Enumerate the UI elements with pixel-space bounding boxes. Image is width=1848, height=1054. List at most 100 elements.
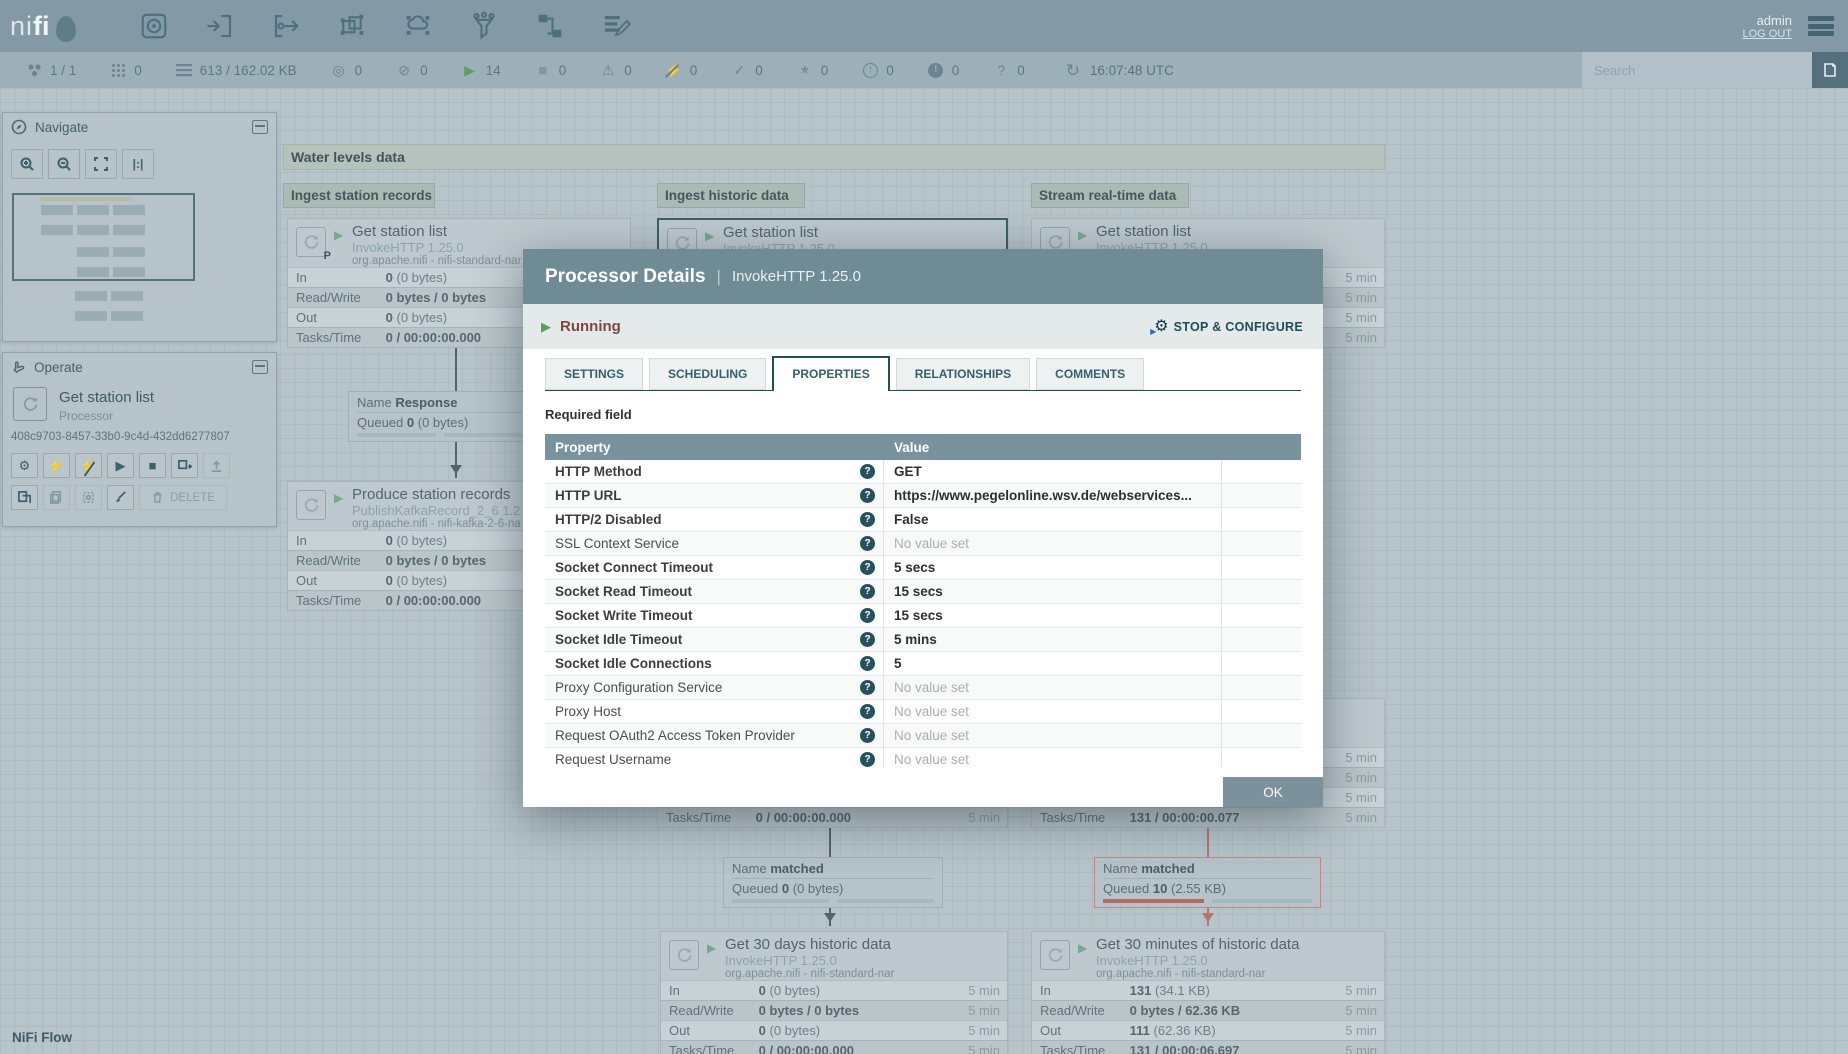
property-name: Proxy Configuration Service (555, 680, 723, 695)
property-row[interactable]: Socket Read Timeout ? 15 secs (545, 580, 1301, 604)
birdseye-minimap[interactable] (12, 193, 195, 281)
upload-template-button[interactable] (203, 453, 230, 478)
flow-label[interactable]: Water levels data (283, 144, 1385, 170)
property-value[interactable]: https://www.pegelonline.wsv.de/webservic… (884, 484, 1222, 507)
property-value[interactable]: 5 mins (884, 628, 1222, 651)
help-icon[interactable]: ? (860, 512, 875, 527)
label-icon[interactable] (600, 10, 632, 42)
property-row[interactable]: Proxy Configuration Service ? No value s… (545, 676, 1301, 700)
property-value[interactable]: No value set (884, 700, 1222, 723)
collapse-icon[interactable] (252, 120, 268, 134)
group-button[interactable] (75, 485, 102, 510)
enable-button[interactable]: ⚡ (43, 453, 70, 478)
paste-button[interactable] (43, 485, 70, 510)
disable-button[interactable]: ⚡ (75, 453, 102, 478)
help-icon[interactable]: ? (860, 632, 875, 647)
help-icon[interactable]: ? (860, 536, 875, 551)
property-row[interactable]: Socket Idle Timeout ? 5 mins (545, 628, 1301, 652)
property-row[interactable]: SSL Context Service ? No value set (545, 532, 1301, 556)
copy-button[interactable] (11, 485, 38, 510)
property-row[interactable]: Proxy Host ? No value set (545, 700, 1301, 724)
processor-node[interactable]: ▶ Get 30 days historic data InvokeHTTP 1… (660, 931, 1008, 1054)
input-port-icon[interactable] (204, 10, 236, 42)
run-status-icon: ▶ (1078, 941, 1088, 955)
property-name: HTTP/2 Disabled (555, 512, 662, 527)
process-group-icon[interactable] (336, 10, 368, 42)
property-row[interactable]: Request Username ? No value set (545, 748, 1301, 767)
property-value[interactable]: False (884, 508, 1222, 531)
stop-button[interactable]: ■ (139, 453, 166, 478)
help-icon[interactable]: ? (860, 464, 875, 479)
search-input[interactable] (1582, 52, 1812, 88)
tab-relationships[interactable]: RELATIONSHIPS (895, 358, 1031, 390)
stop-and-configure-button[interactable]: ⚙ ▶ STOP & CONFIGURE (1150, 318, 1303, 335)
remote-process-group-icon[interactable] (402, 10, 434, 42)
ok-button[interactable]: OK (1223, 777, 1323, 807)
property-value[interactable]: 5 (884, 652, 1222, 675)
global-menu-icon[interactable] (1808, 16, 1834, 36)
help-icon[interactable]: ? (860, 704, 875, 719)
property-value[interactable]: 15 secs (884, 604, 1222, 627)
help-icon[interactable]: ? (860, 680, 875, 695)
help-icon[interactable]: ? (860, 728, 875, 743)
zoom-fit-button[interactable] (85, 149, 117, 179)
property-row[interactable]: Socket Connect Timeout ? 5 secs (545, 556, 1301, 580)
help-icon[interactable]: ? (860, 584, 875, 599)
property-value[interactable]: 15 secs (884, 580, 1222, 603)
help-icon[interactable]: ? (860, 560, 875, 575)
status-item: ↑ 0 (861, 62, 894, 78)
tab-scheduling[interactable]: SCHEDULING (649, 358, 767, 390)
list-icon (175, 63, 193, 77)
bulletin-board-icon[interactable] (1812, 52, 1848, 88)
help-icon[interactable]: ? (860, 488, 875, 503)
connection-label[interactable]: Name Response Queued 0 (0 bytes) (348, 391, 531, 442)
help-icon[interactable]: ? (860, 656, 875, 671)
property-row[interactable]: HTTP/2 Disabled ? False (545, 508, 1301, 532)
zoom-out-button[interactable] (48, 149, 80, 179)
property-row[interactable]: HTTP URL ? https://www.pegelonline.wsv.d… (545, 484, 1301, 508)
property-value[interactable]: No value set (884, 676, 1222, 699)
flash-off-icon: ⚡ (664, 63, 683, 79)
group-label[interactable]: Ingest station records (283, 183, 435, 208)
property-value[interactable]: No value set (884, 748, 1222, 767)
property-row[interactable]: Socket Idle Connections ? 5 (545, 652, 1301, 676)
help-icon[interactable]: ? (860, 752, 875, 767)
processor-node[interactable]: ▶ Get 30 minutes of historic data Invoke… (1031, 931, 1385, 1054)
zoom-in-button[interactable] (11, 149, 43, 179)
group-label[interactable]: Stream real-time data (1031, 183, 1189, 208)
property-row[interactable]: HTTP Method ? GET (545, 460, 1301, 484)
property-value[interactable]: No value set (884, 724, 1222, 747)
property-value[interactable]: 5 secs (884, 556, 1222, 579)
status-value: 0 (624, 62, 632, 78)
tab-comments[interactable]: COMMENTS (1036, 358, 1145, 390)
property-name: Socket Idle Timeout (555, 632, 683, 647)
cluster-icon (25, 62, 43, 78)
refresh-icon[interactable]: ↻ (1064, 62, 1082, 79)
breadcrumb[interactable]: NiFi Flow (12, 1030, 72, 1045)
group-label[interactable]: Ingest historic data (657, 183, 805, 208)
blocked-icon: ⊘ (398, 62, 410, 78)
tab-properties[interactable]: PROPERTIES (772, 356, 890, 391)
nifi-drop-icon (55, 15, 76, 42)
fill-color-button[interactable] (107, 485, 134, 510)
tab-settings[interactable]: SETTINGS (545, 358, 644, 390)
start-button[interactable]: ▶ (107, 453, 134, 478)
processor-icon[interactable] (138, 10, 170, 42)
property-row[interactable]: Socket Write Timeout ? 15 secs (545, 604, 1301, 628)
configure-button[interactable]: ⚙ (11, 453, 38, 478)
run-status-icon: ▶ (707, 941, 717, 955)
property-value[interactable]: No value set (884, 532, 1222, 555)
create-template-button[interactable] (171, 453, 198, 478)
delete-button[interactable]: DELETE (139, 485, 227, 510)
connection-label[interactable]: Name matched Queued 10 (2.55 KB) (1094, 857, 1321, 908)
logout-link[interactable]: LOG OUT (1742, 28, 1792, 40)
template-icon[interactable] (534, 10, 566, 42)
output-port-icon[interactable] (270, 10, 302, 42)
actual-size-button[interactable]: |:| (122, 149, 154, 179)
connection-label[interactable]: Name matched Queued 0 (0 bytes) (723, 857, 943, 908)
funnel-icon[interactable] (468, 10, 500, 42)
help-icon[interactable]: ? (860, 608, 875, 623)
collapse-icon[interactable] (252, 360, 268, 374)
property-value[interactable]: GET (884, 460, 1222, 483)
property-row[interactable]: Request OAuth2 Access Token Provider ? N… (545, 724, 1301, 748)
